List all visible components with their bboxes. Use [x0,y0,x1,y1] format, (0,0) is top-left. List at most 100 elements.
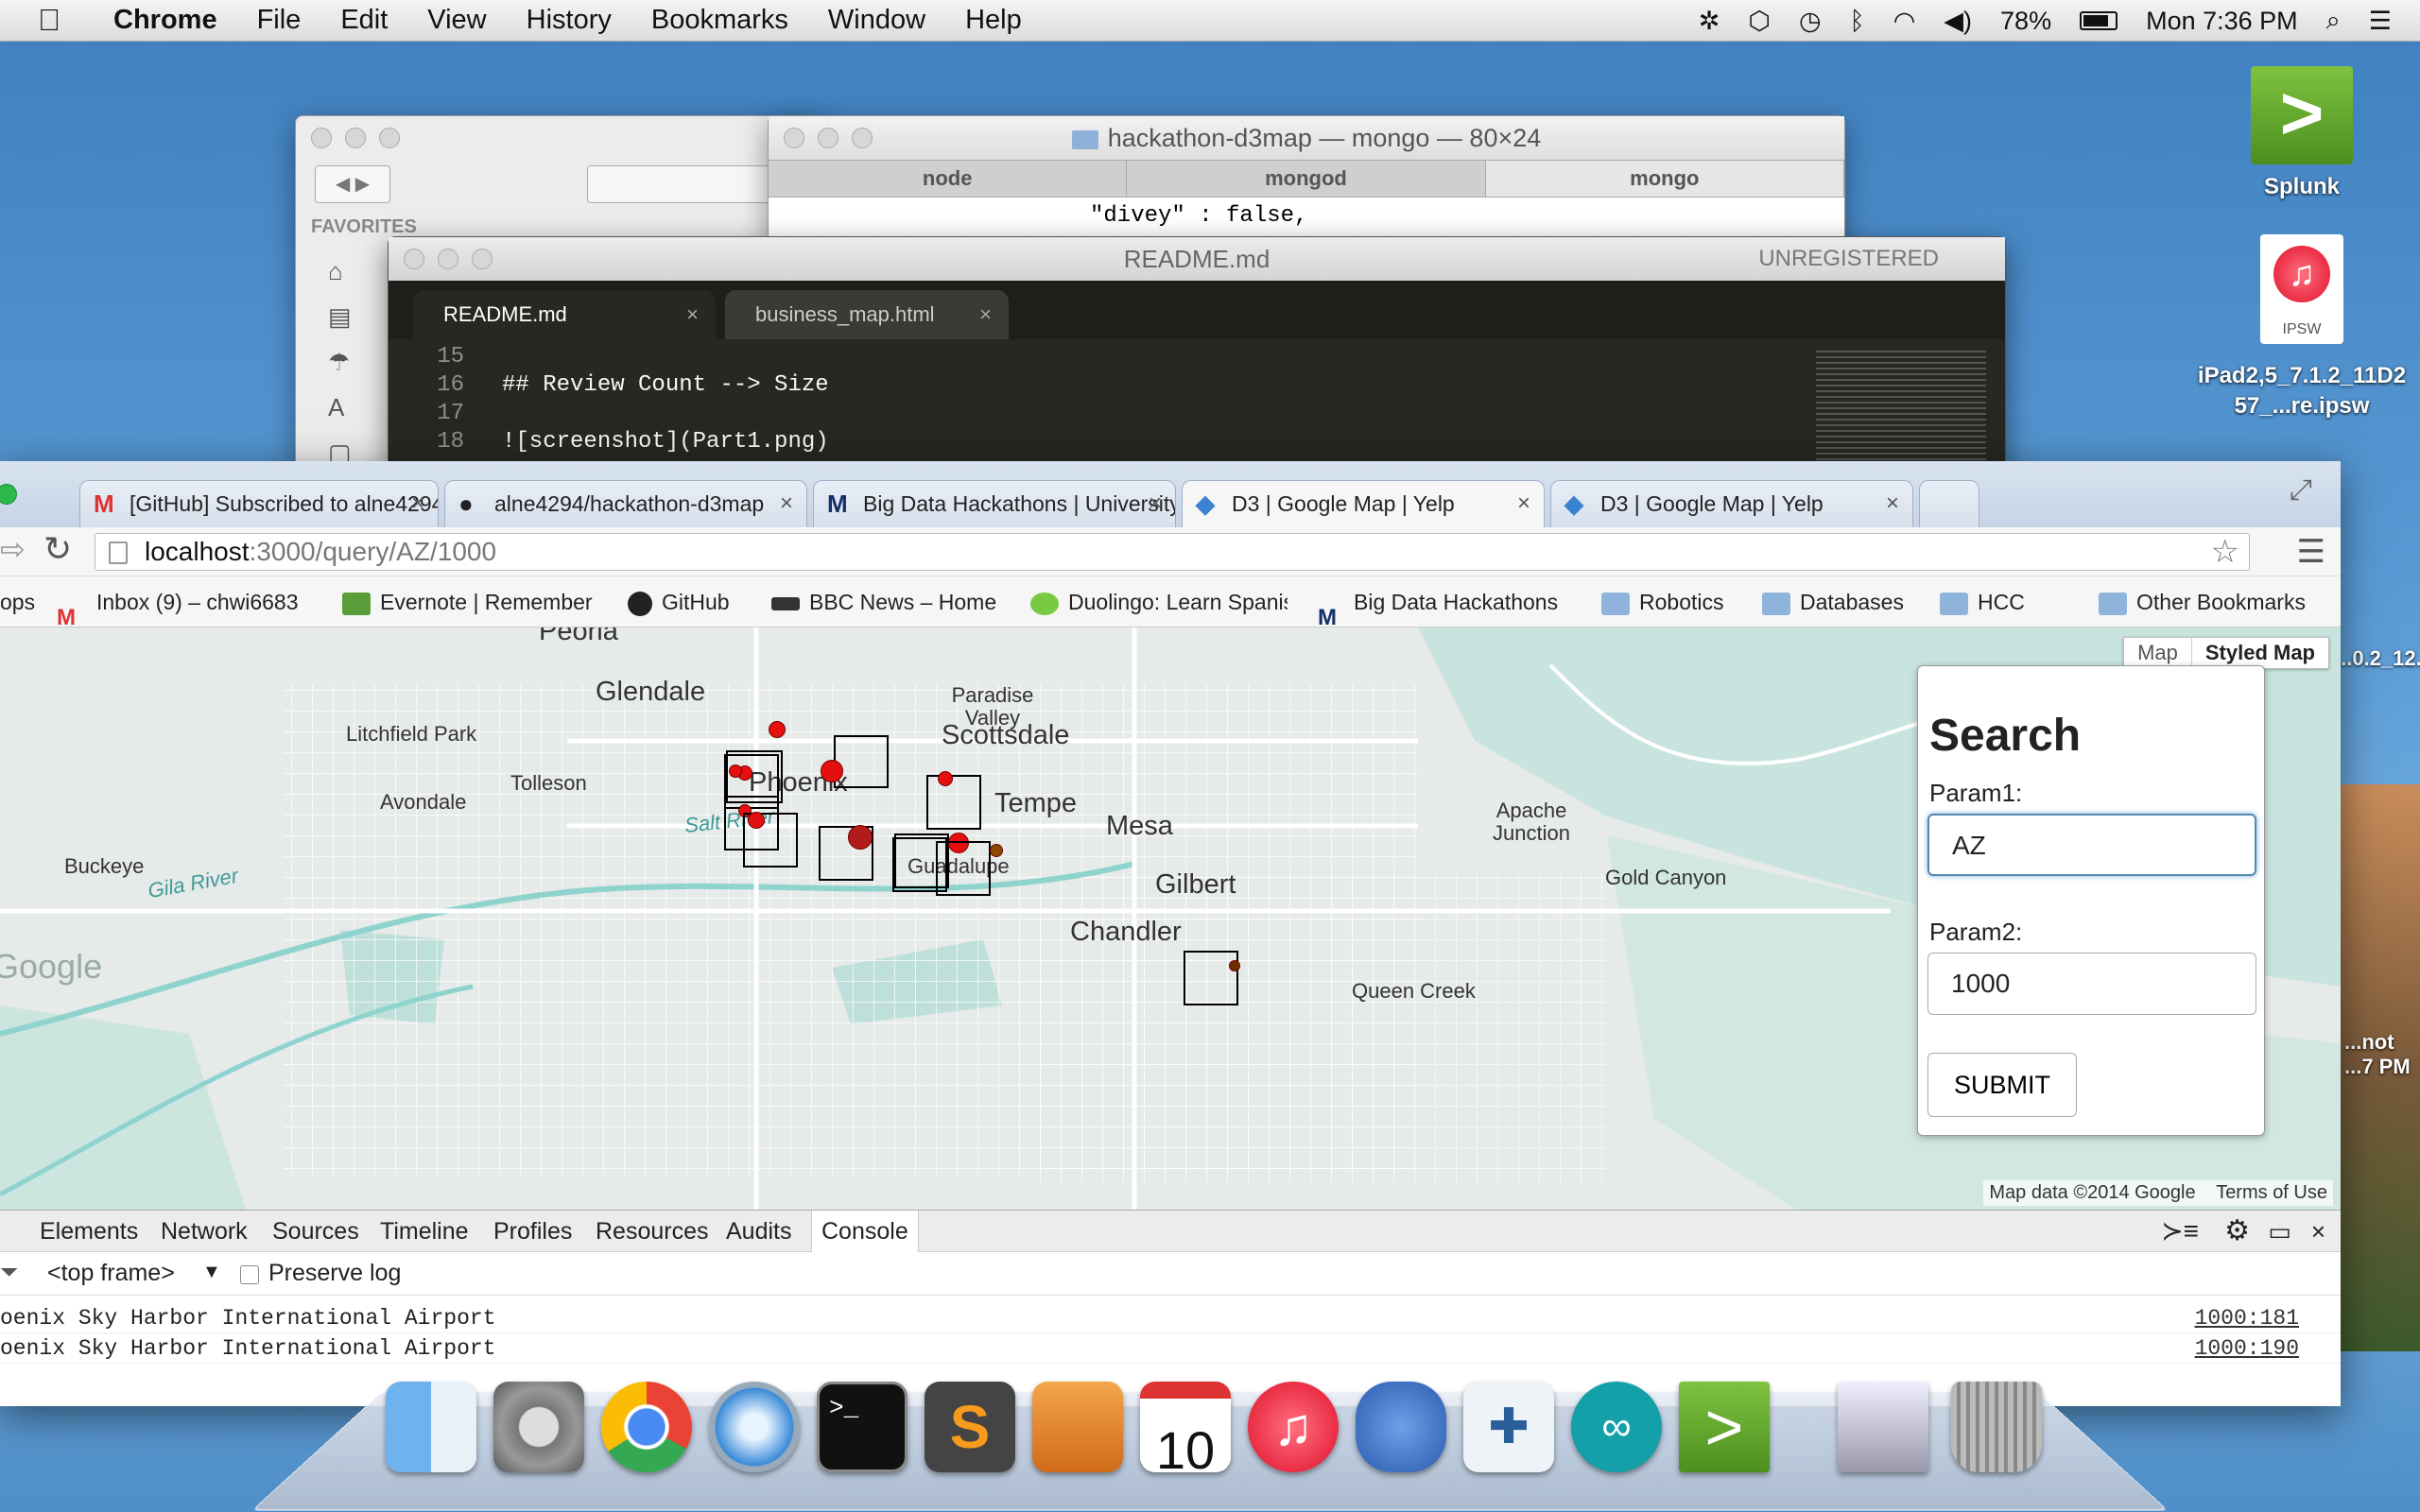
time-machine-icon[interactable]: ◷ [1799,7,1822,36]
menu-bookmarks[interactable]: Bookmarks [651,5,788,36]
filter-icon[interactable]: ⏷ [0,1260,18,1286]
minimize-button[interactable] [345,128,366,148]
close-tab-icon[interactable]: × [1517,481,1530,526]
bookmark-inbox[interactable]: M Inbox (9) – chwi6683 [57,576,314,627]
apple-icon[interactable]:  [38,3,60,38]
desktop-item-splunk[interactable]: > Splunk [2240,66,2363,200]
business-marker-dot[interactable] [938,771,953,786]
business-marker-box[interactable] [936,841,991,896]
business-marker-dot[interactable] [748,812,765,829]
terminal-icon[interactable]: >_ [817,1382,908,1472]
business-marker-dot[interactable] [729,765,742,778]
param1-input[interactable]: AZ [1927,814,2256,876]
console-source-link[interactable]: 1000:181 [2195,1303,2299,1333]
fullscreen-icon[interactable]: ⤢ [2290,474,2312,507]
menu-file[interactable]: File [257,5,302,36]
tab-d3-map-active[interactable]: ◆ D3 | Google Map | Yelp × [1182,480,1545,527]
terminal-tab-mongod[interactable]: mongod [1127,161,1486,197]
finder-icon[interactable] [386,1382,476,1472]
bookmark-big-data[interactable]: M Big Data Hackathons [1318,576,1575,627]
new-tab-button[interactable] [1919,480,1979,527]
business-marker-box[interactable] [834,735,889,788]
bookmark-folder-databases[interactable]: Databases [1762,576,1904,627]
business-marker-box[interactable] [926,775,981,830]
chrome-menu-icon[interactable]: ☰ [2297,533,2325,571]
minimize-button[interactable] [438,249,458,269]
postgres-elephant-icon[interactable] [1356,1382,1446,1472]
close-tab-icon[interactable]: × [1886,481,1899,526]
devtools-tab-console[interactable]: Console [811,1211,919,1252]
arduino-icon[interactable]: ∞ [1571,1382,1662,1472]
itunes-icon[interactable]: ♫ [1248,1382,1339,1472]
sublime-text-icon[interactable]: S [925,1382,1015,1472]
terms-of-use-link[interactable]: Terms of Use [2216,1182,2327,1203]
tab-big-data[interactable]: M Big Data Hackathons | University × [813,480,1176,527]
sidebar-icons[interactable]: ⌂ ▤ ☂ A ▢ [328,249,352,475]
tableau-icon[interactable]: ✚ [1463,1382,1554,1472]
business-marker-dot[interactable] [1229,960,1240,971]
menu-app-name[interactable]: Chrome [113,5,217,36]
bookmark-github[interactable]: GitHub [628,576,730,627]
business-marker-dot[interactable] [990,844,1003,857]
desktop-item-photo[interactable]: ...not ...7 PM [2344,1030,2420,1079]
reload-icon[interactable]: ↻ [43,529,72,569]
frame-selector[interactable]: <top frame> [47,1260,175,1287]
console-drawer-icon[interactable]: ≻≡ [2161,1211,2199,1252]
devtools-tab-resources[interactable]: Resources [596,1211,709,1252]
menu-help[interactable]: Help [965,5,1022,36]
devtools-tab-elements[interactable]: Elements [40,1211,138,1252]
menu-view[interactable]: View [427,5,486,36]
business-marker-dot[interactable] [769,721,786,738]
zoom-button[interactable] [852,128,873,148]
clock[interactable]: Mon 7:36 PM [2146,7,2298,36]
zoom-button[interactable] [379,128,400,148]
chrome-icon[interactable] [601,1382,692,1472]
back-forward-buttons[interactable]: ◀ ▶ [315,165,390,203]
spotlight-icon[interactable]: ⌕ [2326,6,2341,36]
zoom-button[interactable] [0,484,17,505]
devtools-tab-timeline[interactable]: Timeline [380,1211,469,1252]
close-tab-icon[interactable]: × [686,290,699,339]
bookmark-folder-robotics[interactable]: Robotics [1601,576,1723,627]
devtools-tab-network[interactable]: Network [161,1211,248,1252]
gear-icon[interactable]: ⚙ [2224,1211,2250,1252]
bookmark-duolingo[interactable]: Duolingo: Learn Spanish [1030,576,1288,627]
bookmark-star-icon[interactable]: ☆ [2211,534,2239,570]
tab-github[interactable]: ● alne4294/hackathon-d3map × [444,480,807,527]
pages-icon[interactable] [1032,1382,1123,1472]
bookmark-folder-hcc[interactable]: HCC [1940,576,2025,627]
param2-input[interactable]: 1000 [1927,953,2256,1015]
close-button[interactable] [311,128,332,148]
bookmark-folder-other[interactable]: Other Bookmarks [2099,576,2306,627]
splunk-status-icon[interactable]: ✲ [1699,7,1720,36]
zoom-button[interactable] [472,249,493,269]
itunes-document-icon[interactable] [1838,1382,1928,1472]
bookmark-bbc[interactable]: BBC News – Home [771,576,996,627]
console-source-link[interactable]: 1000:190 [2195,1333,2299,1364]
safari-icon[interactable] [709,1382,800,1472]
bluetooth-icon[interactable]: ᛒ [1850,7,1865,36]
map-type-styled[interactable]: Styled Map [2190,638,2328,668]
menu-edit[interactable]: Edit [340,5,388,36]
dock-side-icon[interactable]: ▭ [2268,1211,2291,1252]
preserve-log-checkbox[interactable] [240,1265,259,1284]
submit-button[interactable]: SUBMIT [1927,1053,2077,1117]
volume-icon[interactable]: ◀) [1944,7,1972,36]
desktop-item-ipsw-2[interactable]: ...0.2_12...re.ipsw [2335,643,2420,675]
wifi-icon[interactable]: ◠ [1893,7,1916,36]
close-devtools-icon[interactable]: × [2311,1211,2325,1252]
forward-icon[interactable]: ⇨ [0,531,26,567]
chevron-down-icon[interactable]: ▼ [202,1262,221,1283]
bookmark-apps[interactable]: ops [0,576,35,627]
minimize-button[interactable] [818,128,838,148]
trash-icon[interactable] [1951,1382,2042,1472]
terminal-tab-node[interactable]: node [769,161,1128,197]
bookmark-evernote[interactable]: Evernote | Remember [342,576,599,627]
close-button[interactable] [404,249,424,269]
view-mode-buttons[interactable] [587,165,776,203]
dropbox-icon[interactable]: ⬡ [1748,7,1771,36]
business-marker-dot[interactable] [821,760,843,782]
sublime-tab-readme[interactable]: README.md × [413,290,716,339]
close-tab-icon[interactable]: × [979,290,992,339]
close-tab-icon[interactable]: × [1149,481,1162,526]
